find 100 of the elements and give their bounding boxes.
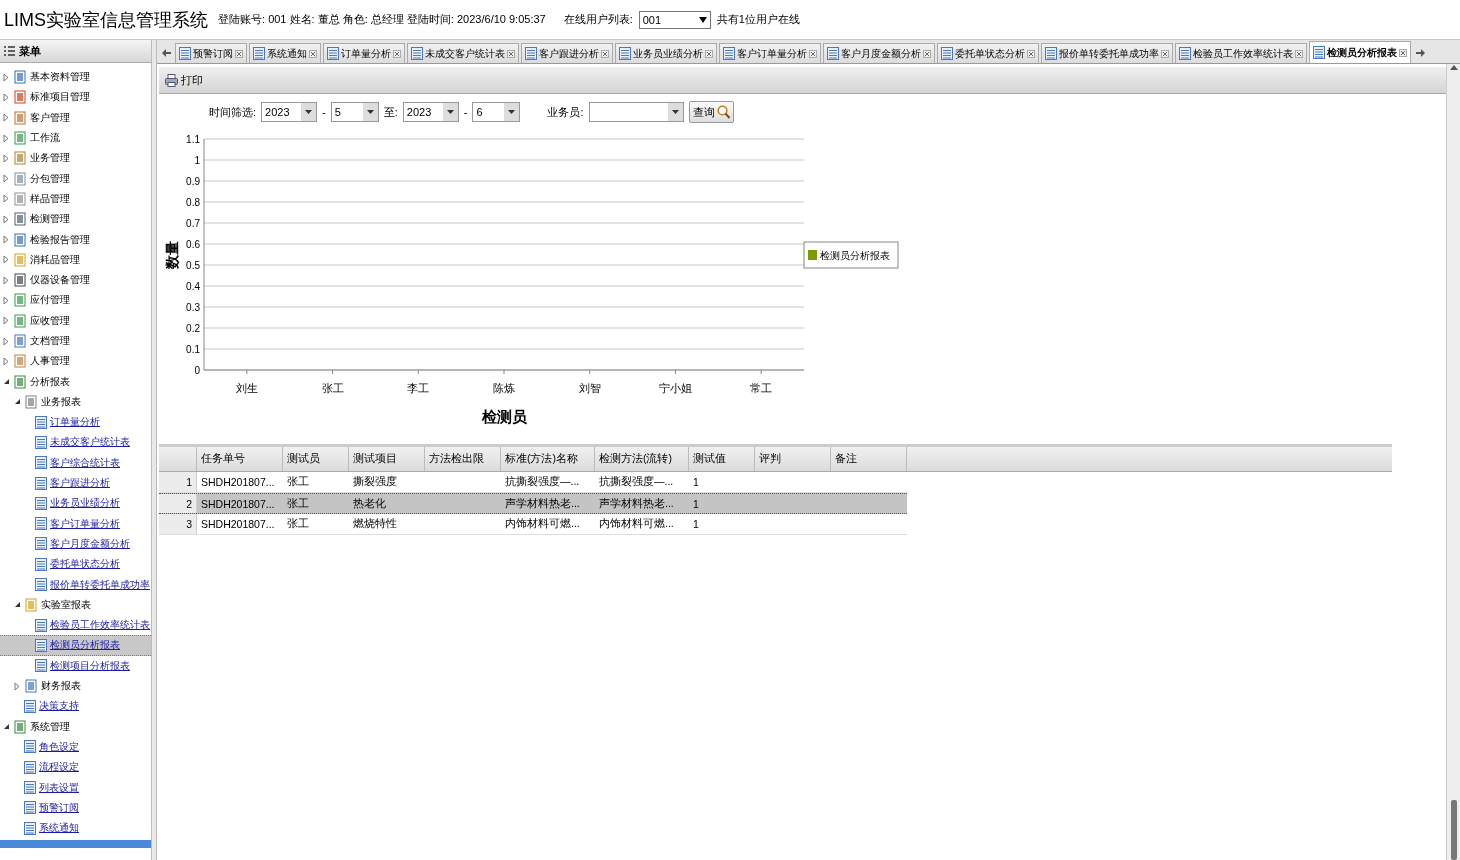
menu-item[interactable]: 基本资料管理 (0, 67, 151, 88)
document-icon (13, 131, 27, 146)
tab[interactable]: 业务员业绩分析 (615, 43, 717, 63)
row-number: 2 (159, 494, 197, 513)
menu-item[interactable]: 应付管理 (0, 290, 151, 311)
tab[interactable]: 报价单转委托单成功率 (1041, 43, 1173, 63)
menu-item[interactable]: 列表设置 (0, 777, 151, 798)
document-icon (13, 151, 27, 166)
menu-item[interactable]: 标准项目管理 (0, 87, 151, 108)
x-tick-label: 陈炼 (493, 382, 515, 394)
menu-item[interactable]: 人事管理 (0, 351, 151, 372)
month-select[interactable]: 6 (472, 102, 521, 122)
close-icon (1399, 48, 1407, 57)
menu-item[interactable]: 分析报表 (0, 371, 151, 392)
menu-item[interactable]: 检验报告管理 (0, 229, 151, 250)
table-cell-text: 张工 (286, 474, 310, 489)
tab[interactable]: 客户订单量分析 (719, 43, 821, 63)
y-tick-label: 0.3 (186, 302, 200, 313)
month-select[interactable]: 5 (330, 102, 379, 122)
menu-item[interactable]: 流程设定 (0, 757, 151, 778)
table-row[interactable]: 3 SHDH201807... 张工 燃烧特性 内饰材料可燃... 内饰材料可燃... 1 (159, 514, 907, 535)
x-tick-label: 张工 (321, 382, 344, 394)
close-icon (705, 49, 713, 58)
menu-item[interactable]: 消耗品管理 (0, 249, 151, 270)
table-cell-text: 1 (692, 475, 700, 490)
time-filter-label: 时间筛选: (209, 104, 257, 120)
table-icon (35, 415, 47, 429)
menu-item[interactable]: 实验室报表 (0, 594, 151, 615)
menu-item[interactable]: 报价单转委托单成功率 (0, 574, 151, 595)
table-icon (35, 436, 47, 449)
table-icon (327, 47, 339, 60)
y-tick-label: 0.9 (186, 176, 200, 187)
table-row[interactable]: 2 SHDH201807... 张工 热老化 声学材料热老... 声学材料热老... 1 (159, 493, 907, 514)
menu-item[interactable]: 工作流 (0, 127, 151, 149)
table-icon (24, 821, 36, 835)
document-icon (24, 597, 38, 612)
menu-item[interactable]: 系统通知 (0, 818, 151, 839)
close-icon (393, 49, 401, 58)
menu-item[interactable]: 客户月度金额分析 (0, 533, 151, 555)
menu-item[interactable]: 客户订单量分析 (0, 513, 151, 534)
table-cell-text: 燃烧特性 (352, 516, 398, 531)
online-count: 共有1位用户在线 (716, 12, 800, 27)
to-label: 至: (383, 104, 398, 120)
tab[interactable]: 预警订阅 (175, 43, 247, 63)
close-icon (809, 49, 817, 58)
menu-item[interactable]: 客户跟进分析 (0, 472, 151, 494)
y-tick-label: 0.7 (186, 218, 200, 229)
caret-icon (698, 16, 707, 23)
tab[interactable]: 委托单状态分析 (937, 43, 1039, 63)
tab[interactable]: 检测员分析报表 (1309, 41, 1411, 63)
menu-item[interactable]: 委托单状态分析 (0, 554, 151, 575)
list-icon (4, 45, 15, 57)
table-cell-text: SHDH201807... (200, 496, 276, 512)
menu-item[interactable]: 样品管理 (0, 188, 151, 210)
year-select[interactable]: 2023 (402, 102, 459, 122)
document-icon (13, 232, 27, 247)
menu-item[interactable]: 预警订阅 (0, 797, 151, 818)
menu-item[interactable]: 业务管理 (0, 148, 151, 169)
menu-item[interactable]: 财务报表 (0, 675, 151, 697)
menu-item[interactable]: 业务报表 (0, 391, 151, 413)
table-icon (253, 47, 265, 60)
menu-item[interactable]: 文档管理 (0, 330, 151, 352)
table-icon (35, 638, 47, 652)
year-select[interactable]: 2023 (261, 102, 318, 122)
menu-item[interactable]: 应收管理 (0, 310, 151, 331)
tab[interactable]: 系统通知 (249, 43, 321, 63)
table-icon (35, 517, 47, 531)
menu-item[interactable]: 客户综合统计表 (0, 452, 151, 473)
menu-item[interactable]: 客户管理 (0, 107, 151, 128)
query-button[interactable]: 查询 (688, 101, 734, 123)
y-tick-label: 1.1 (186, 134, 200, 145)
tab[interactable]: 未成交客户统计表 (407, 43, 519, 63)
scrollbar[interactable] (1446, 64, 1460, 860)
table-icon (35, 456, 47, 470)
menu-item[interactable]: 仪器设备管理 (0, 269, 151, 291)
menu-item[interactable]: 决策支持 (0, 696, 151, 717)
menu-item[interactable]: 系统管理 (0, 716, 151, 737)
tab[interactable]: 客户跟进分析 (521, 43, 613, 63)
print-button[interactable]: 打印 (163, 70, 205, 90)
table-cell-text: 撕裂强度 (352, 474, 398, 489)
menu-item[interactable]: 角色设定 (0, 736, 151, 758)
table-cell-text: 热老化 (352, 495, 387, 511)
menu-item[interactable]: 检测管理 (0, 209, 151, 230)
document-icon (13, 110, 27, 125)
staff-select[interactable] (588, 102, 684, 122)
menu-item[interactable]: 分包管理 (0, 168, 151, 189)
menu-item[interactable]: 检验员工作效率统计表 (0, 615, 151, 636)
menu-item[interactable]: 业务员业绩分析 (0, 493, 151, 514)
menu-item[interactable]: 检测项目分析报表 (0, 655, 151, 676)
tab[interactable]: 客户月度金额分析 (823, 43, 935, 63)
menu-item[interactable]: 未成交客户统计表 (0, 432, 151, 453)
table-cell-text: SHDH201807... (200, 475, 276, 490)
menu-item[interactable]: 检测员分析报表 (0, 635, 151, 656)
document-icon (13, 374, 27, 389)
y-tick-label: 0.8 (186, 197, 200, 208)
menu-item[interactable]: 订单量分析 (0, 412, 151, 433)
online-users-select[interactable]: 001 (638, 10, 711, 29)
tab[interactable]: 检验员工作效率统计表 (1175, 43, 1307, 63)
legend-label: 检测员分析报表 (820, 250, 890, 261)
tab[interactable]: 订单量分析 (323, 43, 405, 63)
